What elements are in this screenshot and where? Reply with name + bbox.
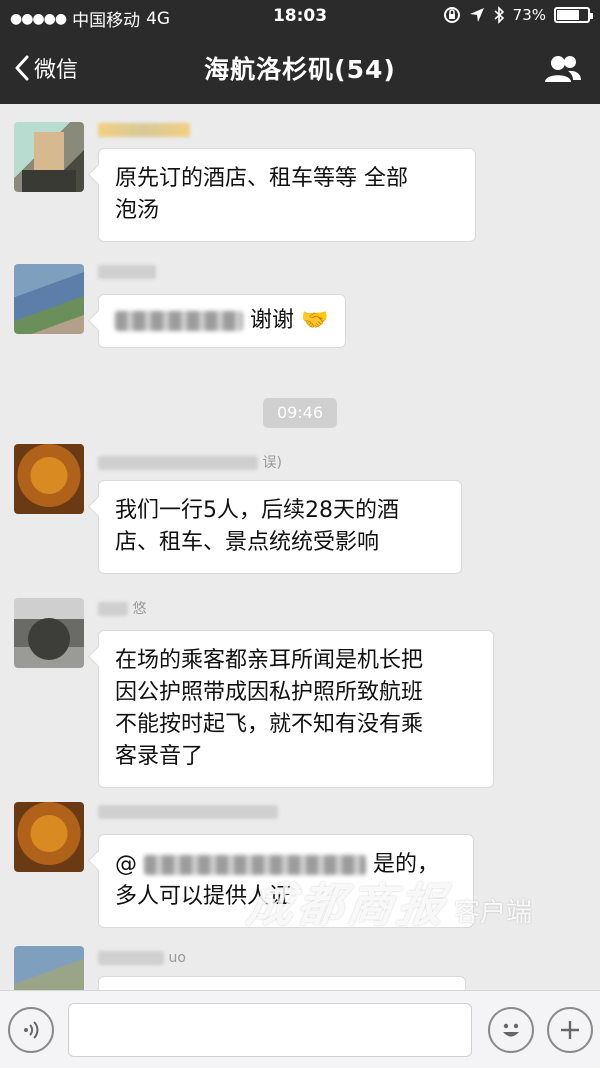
message-text: 是的， [373,852,440,877]
avatar[interactable] [14,598,84,668]
blurred-mention [144,855,366,875]
message-bubble[interactable]: 在场的乘客都亲耳所闻是机长把 因公护照带成因私护照所致航班 不能按时起飞，就不知… [98,630,494,788]
emoji-icon [503,1023,519,1037]
message-text: 我们一行5人，后续28天的酒 [115,498,399,523]
handshake-emoji: 🤝 [301,308,329,333]
battery-percent: 73% [512,6,546,24]
voice-button[interactable] [8,1007,54,1053]
sender-name [98,264,156,282]
chat-area[interactable]: 原先订的酒店、租车等等 全部 泡汤 谢谢 🤝 09:46 误) 我们一行5人，后… [0,104,600,990]
sender-name [98,122,190,140]
voice-icon [24,1021,39,1039]
emoji-button[interactable] [488,1007,534,1053]
message-bubble[interactable]: 谢谢 🤝 [98,294,346,348]
more-button[interactable] [547,1007,593,1053]
message-text: 泡汤 [115,198,160,223]
chat-title: 海航洛杉矶(54) [204,55,396,84]
timestamp: 09:46 [263,398,337,428]
avatar[interactable] [14,122,84,192]
sender-name: uo [98,950,186,968]
message-bubble[interactable]: 我们一行5人，后续28天的酒 店、租车、景点统统受影响 [98,480,462,574]
battery-icon [554,7,593,23]
message-bubble[interactable]: 原先订的酒店、租车等等 全部 泡汤 [98,148,476,242]
location-arrow-icon [469,8,484,22]
input-bar [0,990,600,1068]
orientation-lock-icon [443,7,460,23]
message-text: 在场的乘客都亲耳所闻是机长把 [115,648,424,673]
group-members-icon[interactable] [544,54,582,84]
message-text: 不能按时起飞，就不知有没有乘 [115,712,424,737]
nav-bar: 微信 海航洛杉矶(54) [0,34,600,104]
bluetooth-icon [494,6,504,24]
sender-name: 悠 [98,598,146,617]
message-text: 多人可以提供人证 [115,884,292,909]
message-text: 店、租车、景点统统受影响 [115,530,380,555]
message-bubble[interactable]: @ 是的， 多人可以提供人证 [98,834,474,928]
blurred-text [115,311,243,331]
plus-icon [561,1021,579,1039]
sender-name [98,804,278,822]
mention-prefix: @ [115,852,137,877]
message-bubble[interactable] [98,976,466,990]
avatar[interactable] [14,802,84,872]
avatar[interactable] [14,264,84,334]
message-text: 因公护照带成因私护照所致航班 [115,680,424,705]
message-text: 谢谢 [250,308,295,333]
status-bar: ●●●●● 中国移动 4G 18:03 73% [0,0,600,34]
message-text: 客录音了 [115,744,204,769]
message-input[interactable] [68,1003,472,1057]
sender-name: 误) [98,452,282,471]
avatar[interactable] [14,444,84,514]
message-text: 原先订的酒店、租车等等 全部 [115,166,408,191]
avatar[interactable] [14,946,84,990]
